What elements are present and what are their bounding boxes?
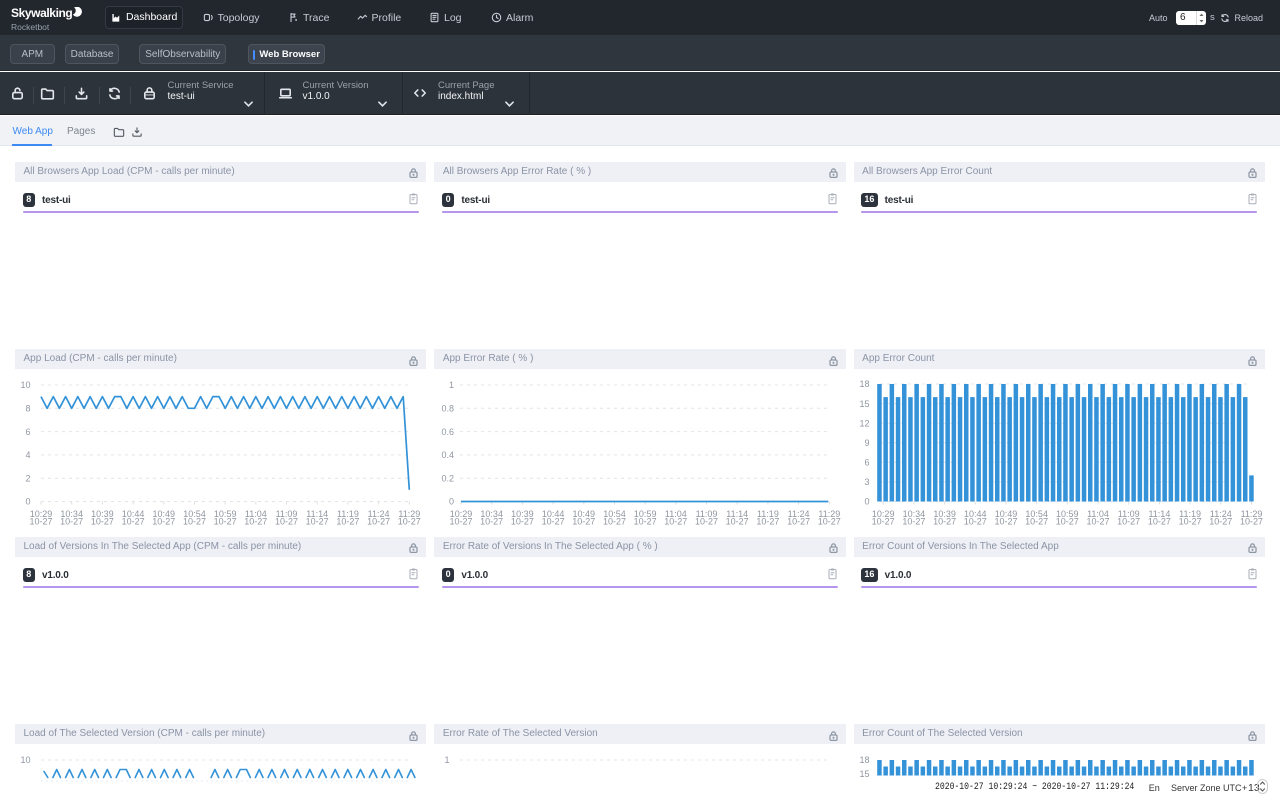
svg-text:10-27: 10-27: [275, 517, 298, 527]
svg-text:0: 0: [25, 497, 30, 507]
svg-text:18: 18: [859, 755, 869, 765]
svg-text:10-27: 10-27: [336, 517, 359, 527]
svg-text:10-27: 10-27: [726, 517, 749, 527]
svg-text:10-27: 10-27: [963, 517, 986, 527]
svg-text:12: 12: [859, 418, 869, 428]
svg-text:9: 9: [864, 438, 869, 448]
svg-text:10-27: 10-27: [1240, 517, 1263, 527]
svg-text:1: 1: [449, 380, 454, 390]
svg-text:10-27: 10-27: [757, 517, 780, 527]
svg-text:10: 10: [20, 380, 30, 390]
svg-text:10-27: 10-27: [542, 517, 565, 527]
svg-text:10-27: 10-27: [1178, 517, 1201, 527]
svg-text:18: 18: [859, 379, 869, 389]
svg-text:10-27: 10-27: [1025, 517, 1048, 527]
svg-text:10-27: 10-27: [1117, 517, 1140, 527]
svg-text:10-27: 10-27: [152, 517, 175, 527]
svg-text:10-27: 10-27: [183, 517, 206, 527]
svg-text:2: 2: [25, 473, 30, 483]
svg-text:10-27: 10-27: [573, 517, 596, 527]
svg-text:10-27: 10-27: [787, 517, 810, 527]
svg-text:10-27: 10-27: [398, 517, 421, 527]
svg-text:10-27: 10-27: [122, 517, 145, 527]
svg-text:10-27: 10-27: [1055, 517, 1078, 527]
svg-text:10-27: 10-27: [634, 517, 657, 527]
svg-text:10-27: 10-27: [244, 517, 267, 527]
svg-text:10-27: 10-27: [603, 517, 626, 527]
svg-text:10: 10: [20, 755, 30, 765]
svg-text:1: 1: [445, 755, 450, 765]
svg-text:10-27: 10-27: [306, 517, 329, 527]
svg-text:0: 0: [864, 497, 869, 507]
svg-text:10-27: 10-27: [511, 517, 534, 527]
svg-text:0.2: 0.2: [442, 473, 455, 483]
svg-text:10-27: 10-27: [29, 517, 52, 527]
svg-text:6: 6: [864, 458, 869, 468]
svg-text:0.4: 0.4: [442, 450, 455, 460]
svg-text:10-27: 10-27: [933, 517, 956, 527]
svg-text:3: 3: [864, 477, 869, 487]
svg-text:10-27: 10-27: [994, 517, 1017, 527]
svg-text:10-27: 10-27: [91, 517, 114, 527]
svg-text:0.8: 0.8: [442, 404, 455, 414]
svg-text:15: 15: [859, 399, 869, 409]
svg-text:10-27: 10-27: [367, 517, 390, 527]
svg-text:0.6: 0.6: [442, 427, 455, 437]
svg-text:8: 8: [25, 404, 30, 414]
svg-text:10-27: 10-27: [695, 517, 718, 527]
svg-text:10-27: 10-27: [902, 517, 925, 527]
svg-text:10-27: 10-27: [481, 517, 504, 527]
svg-text:6: 6: [25, 427, 30, 437]
svg-text:4: 4: [25, 450, 30, 460]
svg-text:10-27: 10-27: [60, 517, 83, 527]
svg-text:10-27: 10-27: [1086, 517, 1109, 527]
svg-text:10-27: 10-27: [1148, 517, 1171, 527]
svg-text:10-27: 10-27: [871, 517, 894, 527]
svg-text:10-27: 10-27: [818, 517, 841, 527]
svg-text:0: 0: [449, 497, 454, 507]
svg-text:10-27: 10-27: [214, 517, 237, 527]
svg-text:10-27: 10-27: [665, 517, 688, 527]
svg-text:10-27: 10-27: [450, 517, 473, 527]
svg-text:15: 15: [859, 769, 869, 779]
svg-text:10-27: 10-27: [1209, 517, 1232, 527]
